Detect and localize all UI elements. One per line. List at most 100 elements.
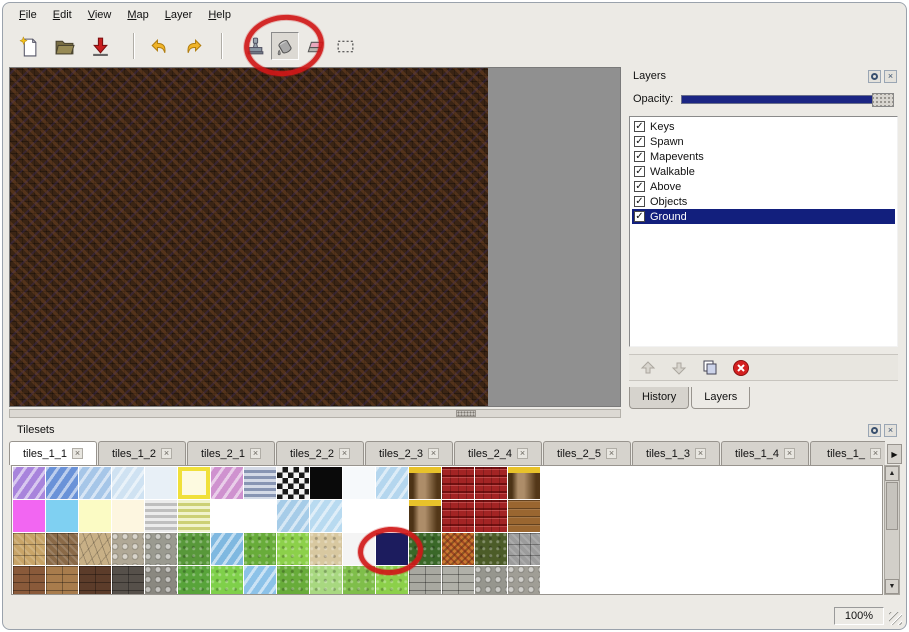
tab-close-icon[interactable]: × <box>870 448 881 459</box>
map-horizontal-scrollbar[interactable] <box>9 409 621 418</box>
tileset-tile-r4c9[interactable] <box>277 566 309 595</box>
tileset-tile-r2c6[interactable] <box>178 500 210 532</box>
tileset-tile-r1c9[interactable] <box>277 467 309 499</box>
layer-visibility-checkbox[interactable]: ✓ <box>634 151 645 162</box>
tileset-tile-r1c3[interactable] <box>79 467 111 499</box>
tileset-tile-r3c2[interactable] <box>46 533 78 565</box>
detach-panel-button[interactable] <box>868 70 881 83</box>
tileset-tile-r2c10[interactable] <box>310 500 342 532</box>
tileset-vertical-scrollbar[interactable]: ▲ ▼ <box>884 465 900 595</box>
layer-visibility-checkbox[interactable]: ✓ <box>634 211 645 222</box>
tileset-tile-r3c6[interactable] <box>178 533 210 565</box>
tileset-tile-r3c10[interactable] <box>310 533 342 565</box>
tab-close-icon[interactable]: × <box>250 448 261 459</box>
move-layer-down-button[interactable] <box>669 360 689 376</box>
tab-close-icon[interactable]: × <box>428 448 439 459</box>
tab-history[interactable]: History <box>629 387 689 409</box>
tileset-tile-r1c14[interactable] <box>442 467 474 499</box>
tileset-tile-r4c2[interactable] <box>46 566 78 595</box>
tileset-tile-r1c4[interactable] <box>112 467 144 499</box>
tab-close-icon[interactable]: × <box>161 448 172 459</box>
duplicate-layer-button[interactable] <box>700 359 720 377</box>
new-file-button[interactable] <box>15 32 41 60</box>
map-canvas[interactable] <box>9 67 621 407</box>
tab-close-icon[interactable]: × <box>606 448 617 459</box>
menu-layer[interactable]: Layer <box>157 6 201 24</box>
tileset-tile-r3c1[interactable] <box>13 533 45 565</box>
tileset-tile-r1c12[interactable] <box>376 467 408 499</box>
tileset-tile-r4c14[interactable] <box>442 566 474 595</box>
tileset-tab[interactable]: tiles_1_3 × <box>632 441 720 465</box>
menu-map[interactable]: Map <box>119 6 156 24</box>
layer-row[interactable]: ✓ Above <box>632 179 895 194</box>
tileset-tile-r4c10[interactable] <box>310 566 342 595</box>
tileset-tile-r1c5[interactable] <box>145 467 177 499</box>
tileset-tile-r4c16[interactable] <box>508 566 540 595</box>
tileset-tile-r3c12[interactable] <box>376 533 408 565</box>
tileset-tab[interactable]: tiles_2_4 × <box>454 441 542 465</box>
redo-button[interactable] <box>181 32 207 60</box>
paint-bucket-tool-button[interactable] <box>271 32 299 60</box>
tileset-tile-r3c3[interactable] <box>79 533 111 565</box>
tileset-tab[interactable]: tiles_1_4 × <box>721 441 809 465</box>
layer-visibility-checkbox[interactable]: ✓ <box>634 166 645 177</box>
tileset-tile-r1c15[interactable] <box>475 467 507 499</box>
tileset-tile-r2c3[interactable] <box>79 500 111 532</box>
layer-row[interactable]: ✓ Walkable <box>632 164 895 179</box>
close-panel-button[interactable]: × <box>884 424 897 437</box>
tab-close-icon[interactable]: × <box>517 448 528 459</box>
tab-close-icon[interactable]: × <box>339 448 350 459</box>
tileset-tile-r1c16[interactable] <box>508 467 540 499</box>
layer-visibility-checkbox[interactable]: ✓ <box>634 136 645 147</box>
layer-row[interactable]: ✓ Mapevents <box>632 149 895 164</box>
tileset-tab[interactable]: tiles_2_5 × <box>543 441 631 465</box>
open-button[interactable] <box>51 32 77 60</box>
eraser-tool-button[interactable] <box>301 32 329 60</box>
menu-help[interactable]: Help <box>200 6 239 24</box>
layer-visibility-checkbox[interactable]: ✓ <box>634 181 645 192</box>
tab-close-icon[interactable]: × <box>784 448 795 459</box>
save-button[interactable] <box>87 32 113 60</box>
tileset-tab[interactable]: tiles_2_2 × <box>276 441 364 465</box>
tileset-tile-r2c11[interactable] <box>343 500 375 532</box>
tileset-tile-r2c2[interactable] <box>46 500 78 532</box>
tileset-tile-r4c11[interactable] <box>343 566 375 595</box>
move-layer-up-button[interactable] <box>638 360 658 376</box>
tab-scroll-next-button[interactable]: ▶ <box>887 444 902 464</box>
tileset-tile-r4c5[interactable] <box>145 566 177 595</box>
scrollbar-up-button[interactable]: ▲ <box>885 466 899 481</box>
tileset-tile-r2c9[interactable] <box>277 500 309 532</box>
tileset-tile-r4c4[interactable] <box>112 566 144 595</box>
tileset-tile-r3c7[interactable] <box>211 533 243 565</box>
tileset-tile-r1c1[interactable] <box>13 467 45 499</box>
tileset-tile-r1c2[interactable] <box>46 467 78 499</box>
tileset-tile-r3c5[interactable] <box>145 533 177 565</box>
close-panel-button[interactable]: × <box>884 70 897 83</box>
tab-close-icon[interactable]: × <box>695 448 706 459</box>
tileset-tile-r4c1[interactable] <box>13 566 45 595</box>
tileset-tile-r2c12[interactable] <box>376 500 408 532</box>
tileset-tile-r3c15[interactable] <box>475 533 507 565</box>
tileset-tile-r3c16[interactable] <box>508 533 540 565</box>
tileset-tile-r1c8[interactable] <box>244 467 276 499</box>
tileset-tile-r2c8[interactable] <box>244 500 276 532</box>
tileset-tile-r2c14[interactable] <box>442 500 474 532</box>
tileset-tile-r4c13[interactable] <box>409 566 441 595</box>
tileset-tile-r1c11[interactable] <box>343 467 375 499</box>
tileset-tile-r3c4[interactable] <box>112 533 144 565</box>
opacity-slider[interactable] <box>681 95 894 104</box>
tileset-tile-r2c7[interactable] <box>211 500 243 532</box>
tileset-tab[interactable]: tiles_1_2 × <box>98 441 186 465</box>
tileset-tile-r2c16[interactable] <box>508 500 540 532</box>
tileset-tile-r3c11[interactable] <box>343 533 375 565</box>
tileset-tile-r1c6[interactable] <box>178 467 210 499</box>
scrollbar-handle[interactable] <box>886 482 898 530</box>
tileset-tile-r2c13[interactable] <box>409 500 441 532</box>
menu-file[interactable]: File <box>11 6 45 24</box>
tileset-tab[interactable]: tiles_1_ × <box>810 441 885 465</box>
tileset-tile-r3c8[interactable] <box>244 533 276 565</box>
opacity-slider-thumb[interactable] <box>872 93 894 107</box>
layer-row[interactable]: ✓ Objects <box>632 194 895 209</box>
menu-edit[interactable]: Edit <box>45 6 80 24</box>
layer-visibility-checkbox[interactable]: ✓ <box>634 121 645 132</box>
